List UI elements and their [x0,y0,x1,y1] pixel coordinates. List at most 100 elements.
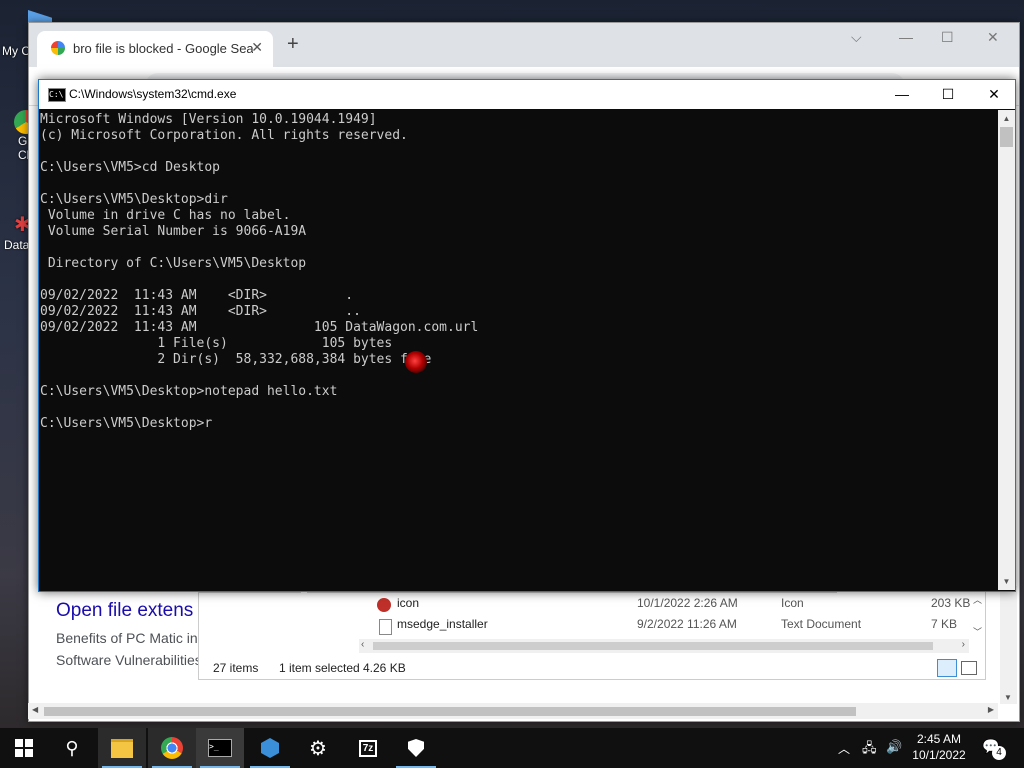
tab-search-icon[interactable]: ⌵ [851,29,862,46]
search-result-snippet: Benefits of PC Matic inc [56,630,205,646]
console-line: (c) Microsoft Corporation. All rights re… [40,128,408,143]
scroll-right-icon[interactable]: ▶ [988,705,994,714]
tab-strip: bro file is blocked - Google Search ✕ + … [29,23,1019,67]
file-type: Text Document [781,617,862,631]
file-name: icon [397,596,420,610]
file-row[interactable]: icon 10/1/2022 2:26 AM Icon 203 KB [199,593,971,613]
search-result-snippet: Software Vulnerabilities [56,652,202,668]
taskbar-7zip[interactable]: 7z [344,728,392,768]
scroll-thumb[interactable] [44,707,856,716]
taskbar-settings[interactable]: ⚙ [294,728,342,768]
desktop-icon-label: My C [2,44,30,58]
cmd-titlebar[interactable]: C:\ C:\Windows\system32\cmd.exe — ☐ ✕ [39,80,1015,109]
scroll-left-icon[interactable]: ◀ [32,705,38,714]
console-line: Microsoft Windows [Version 10.0.19044.19… [40,112,377,127]
console-line: C:\Users\VM5>cd Desktop [40,160,221,175]
console-line: 09/02/2022 11:43 AM <DIR> .. [40,304,361,319]
chrome-icon [161,737,183,759]
search-result-title[interactable]: Open file extens [56,600,193,622]
console-scrollbar[interactable]: ▲ ▼ [998,110,1015,590]
mouse-cursor-icon [405,351,427,373]
security-icon [408,739,424,757]
console-line: 1 File(s) 105 bytes [40,336,393,351]
status-bar: 27 items 1 item selected 4.26 KB [199,657,985,679]
console-line: Directory of C:\Users\VM5\Desktop [40,256,307,271]
scroll-left-icon[interactable]: ‹ [361,639,364,650]
volume-icon[interactable]: 🔊 [886,739,902,755]
desktop-icon-datawagon[interactable]: ✱ Data [0,212,31,252]
cmd-icon: C:\ [48,88,66,102]
maximize-button[interactable]: ☐ [925,80,971,109]
new-tab-button[interactable]: + [287,33,299,56]
console-line: Volume in drive C has no label. [40,208,291,223]
windows-start-icon [15,739,33,757]
minimize-icon[interactable]: — [899,29,913,45]
console-line: 09/02/2022 11:43 AM 105 DataWagon.com.ur… [40,320,479,335]
taskbar-app[interactable] [246,728,294,768]
close-button[interactable]: ✕ [971,80,1017,109]
google-icon [51,41,65,55]
page-horizontal-scrollbar[interactable]: ◀ ▶ [28,703,998,719]
console-line: 09/02/2022 11:43 AM <DIR> . [40,288,354,303]
show-hidden-icons-icon[interactable]: ︿ [838,740,850,757]
network-icon[interactable]: 🖧 [862,739,877,761]
console-line: C:\Users\VM5\Desktop>r [40,416,213,431]
taskbar-cmd[interactable]: >_ [196,728,244,768]
details-view-icon[interactable] [937,659,957,677]
file-size: 203 KB [931,596,971,610]
window-title: C:\Windows\system32\cmd.exe [69,87,237,101]
file-row[interactable]: msedge_installer 9/2/2022 11:26 AM Text … [199,614,969,635]
clock[interactable]: 2:45 AM 10/1/2022 [908,732,970,762]
selected-size: 4.26 KB [363,661,406,675]
scroll-thumb[interactable] [373,642,933,650]
taskbar-chrome[interactable] [148,728,196,768]
scroll-thumb[interactable] [1000,127,1013,147]
taskbar-file-explorer[interactable] [98,728,146,768]
notification-badge: 4 [992,746,1006,760]
tab-title: bro file is blocked - Google Search [73,41,253,56]
page-vertical-scrollbar[interactable]: ▼ [1000,586,1017,704]
cmd-icon: >_ [208,739,232,757]
action-center-icon[interactable]: 💬 4 [982,738,1006,760]
file-type: Icon [781,596,804,610]
console-line: Volume Serial Number is 9066-A19A [40,224,307,239]
browser-tab[interactable]: bro file is blocked - Google Search ✕ [37,31,273,67]
desktop-icon-chrome[interactable]: G Cl [0,110,38,162]
scroll-up-icon[interactable]: ︿ [973,593,982,606]
desktop-icon-this-pc[interactable]: My C [0,10,52,58]
horizontal-scrollbar[interactable]: ‹ › [359,639,969,653]
console-line: 2 Dir(s) 58,332,688,384 bytes free [40,352,432,367]
taskbar: ⚲ >_ ⚙ 7z ︿ 🖧 🔊 2:45 AM 10/1/2022 💬 4 [0,728,1024,768]
console-output[interactable]: Microsoft Windows [Version 10.0.19044.19… [39,110,998,590]
close-icon[interactable]: ✕ [987,29,999,46]
7zip-icon: 7z [358,739,378,757]
file-explorer-icon [111,738,133,758]
large-icons-view-icon[interactable] [961,661,977,675]
item-count: 27 items [213,661,259,675]
taskbar-security[interactable] [392,728,440,768]
search-icon: ⚲ [65,737,79,758]
console-line: C:\Users\VM5\Desktop>dir [40,192,228,207]
close-tab-icon[interactable]: ✕ [251,39,263,56]
settings-icon: ⚙ [309,737,327,760]
search-button[interactable]: ⚲ [48,728,96,768]
scroll-right-icon[interactable]: › [962,639,965,650]
minimize-button[interactable]: — [879,80,925,109]
scroll-down-icon[interactable]: ▼ [1004,693,1012,702]
selected-count: 1 item selected [279,661,360,675]
scroll-down-icon[interactable]: ▼ [998,573,1015,590]
cmd-window: C:\ C:\Windows\system32\cmd.exe — ☐ ✕ Mi… [38,79,1016,592]
start-button[interactable] [0,728,48,768]
app-icon [261,738,279,758]
scroll-down-icon[interactable]: ﹀ [973,625,982,638]
file-date: 10/1/2022 2:26 AM [637,596,738,610]
clock-date: 10/1/2022 [912,748,966,762]
clock-time: 2:45 AM [916,732,962,746]
console-line: C:\Users\VM5\Desktop>notepad hello.txt [40,384,338,399]
maximize-icon[interactable]: ☐ [941,29,954,46]
scroll-up-icon[interactable]: ▲ [998,110,1015,127]
file-name: msedge_installer [397,617,488,631]
desktop-icon-label: Data [4,238,30,252]
file-date: 9/2/2022 11:26 AM [637,617,737,631]
file-size: 7 KB [931,617,958,631]
